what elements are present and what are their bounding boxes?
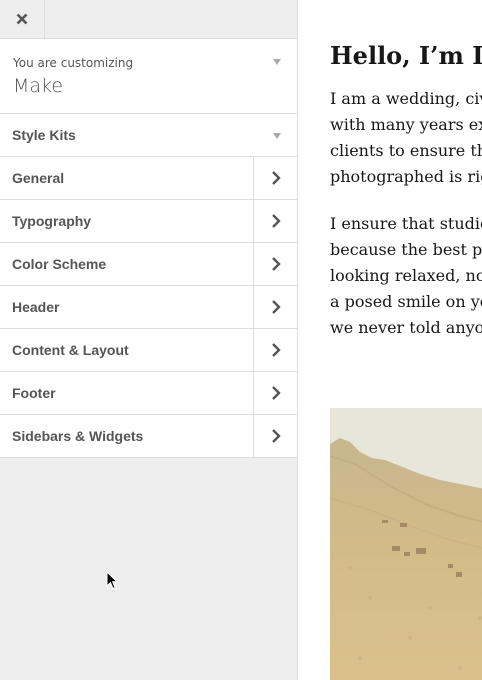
landscape-photo: [330, 408, 482, 680]
chevron-right-icon: [271, 300, 281, 314]
chevron-right-icon: [271, 214, 281, 228]
site-preview: Hello, I’m D I am a wedding, civil with …: [298, 0, 482, 680]
second-paragraph: I ensure that studio because the best ph…: [330, 211, 482, 341]
panel-typography[interactable]: Typography: [0, 200, 297, 243]
panel-label: Header: [12, 299, 60, 315]
panel-footer[interactable]: Footer: [0, 372, 297, 415]
paragraph-line: I ensure that studio: [330, 214, 482, 233]
intro-paragraph: I am a wedding, civil with many years ex…: [330, 86, 482, 190]
chevron-right-icon: [271, 257, 281, 271]
panel-label: Typography: [12, 213, 92, 229]
chevron-right-icon: [271, 171, 281, 185]
mouse-cursor-icon: [106, 571, 118, 590]
open-panel-button[interactable]: [253, 415, 297, 457]
panel-label: Sidebars & Widgets: [12, 428, 144, 444]
chevron-right-icon: [271, 343, 281, 357]
panel-content-layout[interactable]: Content & Layout: [0, 329, 297, 372]
customize-info-panel[interactable]: You are customizing Make: [0, 39, 297, 114]
style-kits-section[interactable]: Style Kits: [0, 114, 297, 157]
panel-label: Content & Layout: [12, 342, 129, 358]
panel-label: General: [12, 170, 65, 186]
paragraph-line: we never told anyone: [330, 318, 482, 337]
open-panel-button[interactable]: [253, 200, 297, 242]
chevron-right-icon: [271, 386, 281, 400]
close-icon: [16, 13, 28, 25]
paragraph-line: photographed is righ: [330, 167, 482, 186]
open-panel-button[interactable]: [253, 157, 297, 199]
panel-color-scheme[interactable]: Color Scheme: [0, 243, 297, 286]
close-customizer-button[interactable]: [0, 0, 45, 38]
paragraph-line: with many years exp: [330, 115, 482, 134]
theme-name: Make: [13, 75, 64, 97]
panel-sidebars-widgets[interactable]: Sidebars & Widgets: [0, 415, 297, 458]
open-panel-button[interactable]: [253, 286, 297, 328]
paragraph-line: clients to ensure tha: [330, 141, 482, 160]
panel-label: Footer: [12, 385, 56, 401]
caret-down-icon[interactable]: [273, 133, 281, 139]
customizing-label: You are customizing: [13, 56, 134, 70]
style-kits-label: Style Kits: [12, 127, 76, 143]
panel-general[interactable]: General: [0, 157, 297, 200]
panel-label: Color Scheme: [12, 256, 107, 272]
customizer-header-bar: [0, 0, 297, 39]
paragraph-line: looking relaxed, not: [330, 266, 482, 285]
panel-header[interactable]: Header: [0, 286, 297, 329]
paragraph-line: because the best pho: [330, 240, 482, 259]
customizer-sidebar: You are customizing Make Style Kits Gene…: [0, 0, 298, 680]
paragraph-line: a posed smile on you: [330, 292, 482, 311]
open-panel-button[interactable]: [253, 329, 297, 371]
page-title: Hello, I’m D: [330, 41, 482, 70]
chevron-right-icon: [271, 429, 281, 443]
open-panel-button[interactable]: [253, 372, 297, 414]
caret-down-icon[interactable]: [273, 59, 281, 65]
paragraph-line: I am a wedding, civil: [330, 89, 482, 108]
open-panel-button[interactable]: [253, 243, 297, 285]
